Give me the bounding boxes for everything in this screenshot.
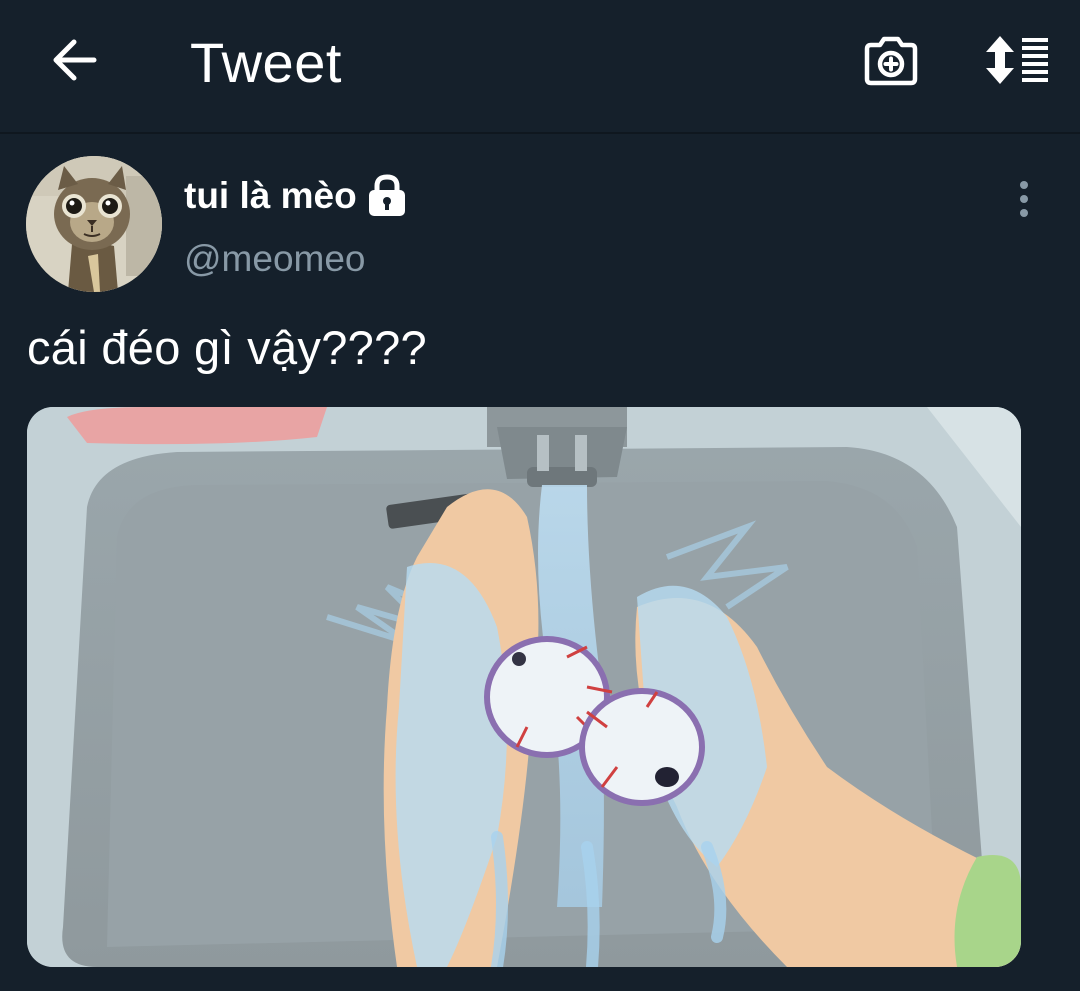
- page-title: Tweet: [190, 31, 342, 94]
- cat-avatar-icon: [26, 156, 162, 292]
- sort-button[interactable]: [980, 32, 1054, 92]
- more-options-button[interactable]: [1006, 180, 1042, 222]
- sort-list-icon: [984, 34, 1050, 91]
- camera-add-icon: [863, 35, 919, 92]
- lock-icon: [367, 174, 407, 218]
- display-name-row: tui là mèo: [184, 172, 407, 220]
- avatar[interactable]: [26, 156, 162, 292]
- top-app-bar: Tweet: [0, 0, 1080, 134]
- more-vertical-icon: [1018, 180, 1030, 223]
- tweet-media-image[interactable]: [27, 407, 1021, 967]
- arrow-left-icon: [50, 38, 98, 87]
- anime-hands-washing-eyeballs-image: [27, 407, 1021, 967]
- user-handle[interactable]: @meomeo: [184, 238, 366, 280]
- back-button[interactable]: [44, 34, 104, 90]
- display-name[interactable]: tui là mèo: [184, 175, 357, 217]
- add-photo-button[interactable]: [858, 32, 924, 94]
- tweet-text: cái đéo gì vậy????: [27, 321, 427, 374]
